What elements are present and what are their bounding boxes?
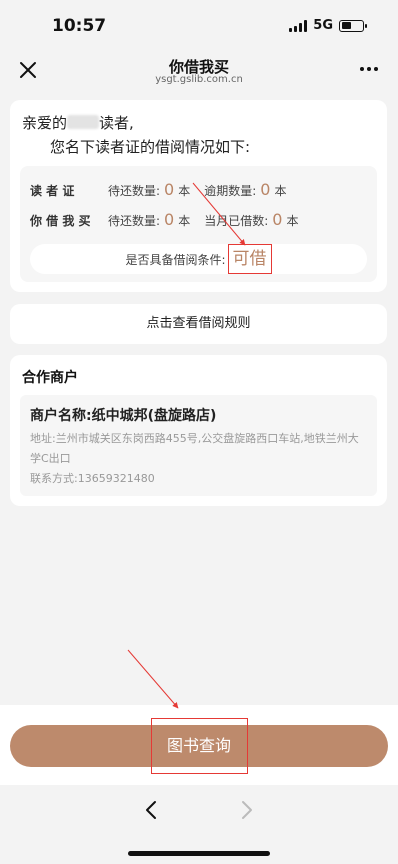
merchant-address: 地址:兰州市城关区东岗西路455号,公交盘旋路西口车站,地铁兰州大学C出口	[30, 432, 359, 465]
merchant-name: 商户名称:纸中城邦(盘旋路店)	[30, 408, 217, 424]
unit: 本	[178, 184, 191, 198]
pending-return-label: 待还数量:	[108, 214, 161, 228]
reader-name-blurred	[67, 115, 100, 129]
eligibility-value: 可借	[227, 244, 272, 274]
partner-merchant-card: 合作商户 商户名称:纸中城邦(盘旋路店) 地址:兰州市城关区东岗西路455号,公…	[10, 355, 387, 506]
page-domain: ysgt.gslib.com.cn	[155, 74, 243, 85]
home-indicator	[128, 851, 270, 856]
unit: 本	[274, 184, 287, 198]
borrow-status-card: 亲爱的 读者, 您名下读者证的借阅情况如下: 读 者 证 待还数量: 0 本 逾期…	[10, 100, 387, 292]
battery-icon	[339, 19, 367, 32]
status-bar: 10:57 5G	[0, 0, 398, 52]
unit: 本	[286, 214, 299, 228]
annotation-highlight-box	[151, 718, 248, 774]
borrow-eligibility: 是否具备借阅条件: 可借	[30, 244, 367, 274]
borrow-rules-link[interactable]: 点击查看借阅规则	[10, 304, 387, 344]
eligibility-label: 是否具备借阅条件:	[125, 253, 226, 267]
chevron-right-icon[interactable]	[236, 799, 256, 821]
more-icon[interactable]	[358, 58, 380, 80]
browser-toolbar	[0, 785, 398, 864]
partner-section-title: 合作商户	[22, 370, 78, 386]
status-indicators: 5G	[289, 18, 367, 33]
monthly-borrowed-label: 当月已借数:	[204, 214, 269, 228]
chevron-left-icon[interactable]	[142, 799, 162, 821]
greeting-line: 亲爱的 读者,	[22, 112, 134, 133]
greeting-prefix: 亲爱的	[22, 114, 68, 132]
overdue-value: 0	[260, 180, 271, 199]
reader-card-row: 读 者 证 待还数量: 0 本 逾期数量: 0 本	[30, 180, 301, 199]
partner-info: 商户名称:纸中城邦(盘旋路店) 地址:兰州市城关区东岗西路455号,公交盘旋路西…	[20, 395, 377, 496]
greeting-suffix: 读者,	[99, 114, 134, 132]
row-label: 你 借 我 买	[30, 214, 91, 228]
pending-return-value: 0	[164, 210, 175, 229]
greeting-subline: 您名下读者证的借阅情况如下:	[50, 138, 251, 156]
signal-icon	[289, 19, 308, 32]
monthly-borrowed-value: 0	[272, 210, 283, 229]
pending-return-value: 0	[164, 180, 175, 199]
ni-jie-wo-mai-row: 你 借 我 买 待还数量: 0 本 当月已借数: 0 本	[30, 210, 313, 229]
overdue-label: 逾期数量:	[204, 184, 257, 198]
row-label: 读 者 证	[30, 184, 75, 198]
merchant-contact: 联系方式:13659321480	[30, 472, 155, 485]
stats-panel: 读 者 证 待还数量: 0 本 逾期数量: 0 本 你 借 我 买 待还数量: …	[20, 166, 377, 282]
status-time: 10:57	[52, 16, 107, 36]
unit: 本	[178, 214, 191, 228]
annotation-arrow	[127, 649, 179, 709]
network-label: 5G	[313, 18, 333, 33]
pending-return-label: 待还数量:	[108, 184, 161, 198]
nav-bar: 你借我买 ysgt.gslib.com.cn	[0, 52, 398, 92]
